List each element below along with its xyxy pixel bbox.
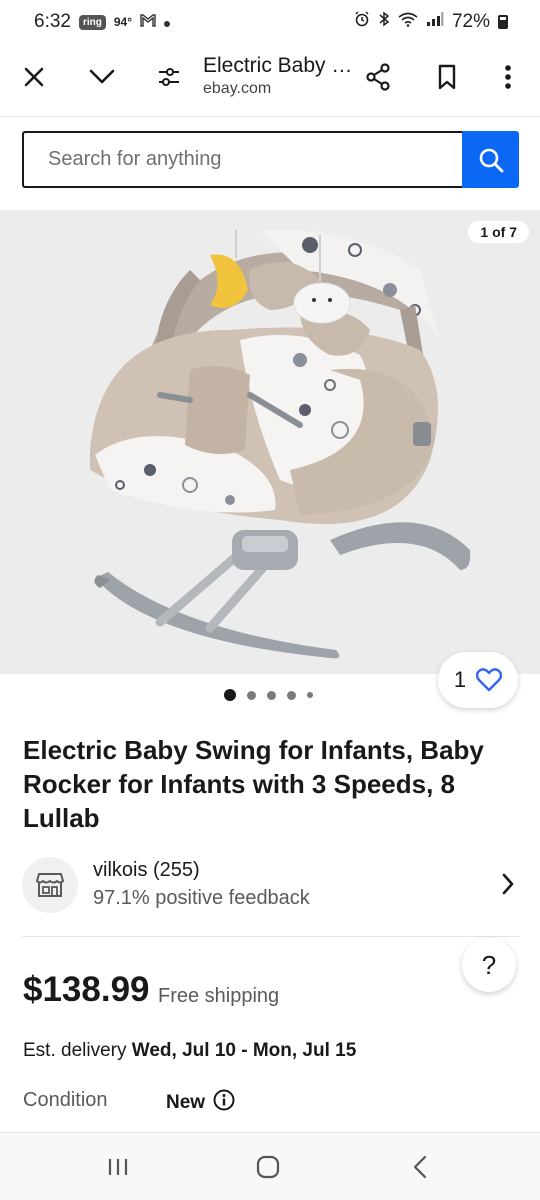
chevron-right-icon [501,873,515,900]
ring-icon: ring [78,14,106,30]
home-icon [256,1155,280,1179]
seller-name: vilkois (255) [93,859,200,881]
seller-row[interactable]: vilkois (255) 97.1% positive feedback [22,855,519,919]
page-domain: ebay.com [203,80,272,97]
back-icon [413,1155,427,1179]
system-nav-bar [0,1132,540,1200]
condition-value-row: New [166,1089,235,1117]
wifi-icon [398,11,418,33]
back-button[interactable] [398,1145,442,1189]
recent-apps-button[interactable] [96,1145,140,1189]
condition-label: Condition [23,1089,108,1111]
store-icon [36,873,64,897]
search-icon [479,148,503,172]
section-divider [22,936,519,937]
share-button[interactable] [356,55,400,99]
seller-avatar [22,857,78,913]
carousel-pagination [224,689,313,701]
watch-button[interactable]: 1 [438,652,518,708]
carousel-dot[interactable] [247,690,256,700]
product-image-carousel[interactable]: 1 of 7 [0,210,540,674]
tune-icon [159,68,179,86]
help-button[interactable]: ? [462,938,516,992]
condition-value: New [166,1092,206,1113]
close-tab-button[interactable] [12,55,56,99]
alarm-icon [354,11,370,33]
delivery-label: Est. delivery [23,1040,127,1061]
recent-apps-icon [108,1159,128,1175]
battery-level: 72% [451,11,490,32]
minimize-button[interactable] [80,55,124,99]
heart-icon [476,668,503,692]
search-input[interactable]: Search for anything [22,131,462,188]
bluetooth-icon [378,11,390,33]
info-icon[interactable] [213,1089,235,1117]
search-button[interactable] [462,131,519,188]
browser-toolbar: Electric Baby Swing for Infants ebay.com [0,44,540,116]
temperature: 94° [113,15,133,29]
product-image [90,229,471,659]
home-button[interactable] [246,1145,290,1189]
site-settings-button[interactable] [147,55,191,99]
carousel-dot[interactable] [267,690,276,700]
close-icon [24,67,44,87]
status-left: 6:32 ring 94° [34,11,171,33]
estimated-delivery: Est. delivery Wed, Jul 10 - Mon, Jul 15 [23,1040,356,1062]
search-bar: Search for anything [22,131,519,188]
bookmark-button[interactable] [425,55,469,99]
shipping-info: Free shipping [158,985,280,1007]
delivery-dates: Wed, Jul 10 - Mon, Jul 15 [131,1040,357,1061]
clock: 6:32 [34,11,71,32]
battery-icon [498,15,508,29]
price: $138.99 [23,970,150,1009]
listing-title: Electric Baby Swing for Infants, Baby Ro… [23,735,484,833]
image-counter: 1 of 7 [468,221,529,243]
signal-icon [426,11,444,33]
status-right: 72% [354,11,508,33]
carousel-dot[interactable] [287,690,296,700]
share-icon [366,63,390,91]
page-title: Electric Baby Swing for Infants [203,54,353,77]
status-bar: 6:32 ring 94° 72% [0,0,540,44]
more-options-button[interactable] [486,55,530,99]
carousel-dot[interactable] [307,692,313,698]
gmail-icon [140,11,156,33]
seller-feedback: 97.1% positive feedback [93,887,310,909]
more-vertical-icon [505,65,511,89]
url-block[interactable]: Electric Baby Swing for Infants ebay.com [203,54,353,98]
bookmark-icon [438,64,456,90]
notification-dot-icon [164,11,171,33]
toolbar-divider [0,116,540,117]
watch-count: 1 [453,667,467,692]
carousel-dot[interactable] [224,689,236,701]
chevron-down-icon [89,69,115,84]
